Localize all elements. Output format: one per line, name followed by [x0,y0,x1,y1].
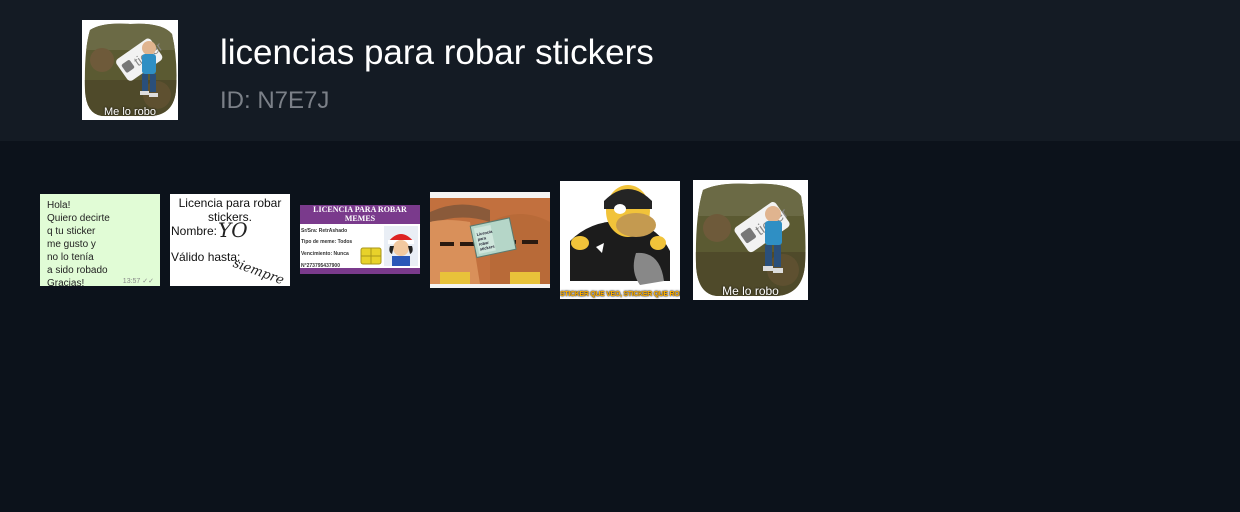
sticker-baby[interactable]: ticker Me lo robo [693,180,808,300]
chip-icon [360,247,382,265]
sticker-id-card[interactable]: LICENCIA PARA ROBAR MEMES Sr/Sra: RetrAs… [300,205,420,274]
name-value: YO [218,218,248,242]
simpson-caption: STICKER QUE VEO, STICKER QUE ROBO [560,291,680,298]
card-row-type: Tipo de meme: Todos [301,239,353,245]
card-footer-band [300,268,420,274]
baby-caption: Me lo robo [722,284,779,298]
cartoon-character-image [384,226,418,266]
baby-photo-image: ticker [693,180,808,300]
cartoon-robber-image [560,181,680,299]
message-text: Hola! Quiero decirte q tu sticker me gus… [47,200,110,286]
card-row-expiry: Vencimiento: Nunca [301,251,349,257]
pack-id: ID: N7E7J [220,87,330,114]
thumbnail-caption: Me lo robo [104,106,156,118]
baby-photo-image: ticker [82,20,178,120]
pack-thumbnail[interactable]: ticker Me lo robo [82,20,178,120]
valid-until-value: siempre [230,256,286,286]
message-time: 13:57 ✓✓ [122,278,154,285]
sticker-simpson[interactable]: STICKER QUE VEO, STICKER QUE ROBO [560,181,680,299]
sticker-license-handwritten[interactable]: Licencia para robar stickers. Nombre: YO… [170,194,290,286]
pack-title: licencias para robar stickers [220,33,654,72]
license-card-text: Licencia para robar stickers [476,228,496,252]
pack-header: ticker Me lo robo licencias para robar s… [0,0,1240,141]
card-title: LICENCIA PARA ROBAR MEMES [313,205,407,223]
valid-until-label: Válido hasta: [171,250,241,264]
sticker-whatsapp-message[interactable]: Hola! Quiero decirte q tu sticker me gus… [40,194,160,286]
card-row-holder: Sr/Sra: RetrAshado [301,228,348,234]
name-label: Nombre: [171,224,218,238]
sticker-cartoon-license[interactable]: Licencia para robar stickers [430,192,550,288]
